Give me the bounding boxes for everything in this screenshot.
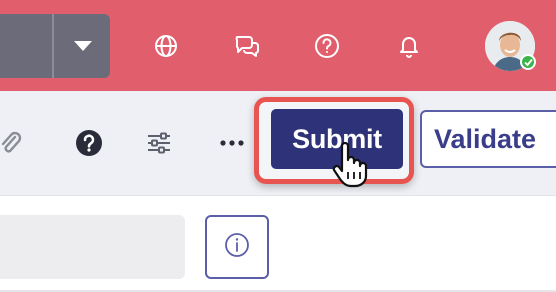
question-icon[interactable] [71, 125, 107, 161]
info-button[interactable] [205, 215, 269, 279]
dropdown-divider [52, 14, 54, 78]
help-circle-icon[interactable] [309, 28, 345, 64]
hand-pointer-cursor [330, 141, 370, 188]
info-icon [223, 231, 251, 264]
validate-button[interactable]: Validate [420, 110, 556, 168]
more-icon[interactable] [214, 125, 250, 161]
workspace-dropdown[interactable] [0, 14, 110, 78]
paperclip-icon[interactable] [0, 125, 28, 161]
sliders-icon[interactable] [141, 125, 177, 161]
online-status-icon [520, 54, 536, 70]
caret-down-icon[interactable] [55, 14, 110, 78]
chat-bubbles-icon[interactable] [229, 28, 265, 64]
top-navigation-bar [0, 0, 556, 91]
section-divider [0, 195, 556, 196]
search-input[interactable] [0, 215, 185, 279]
globe-icon[interactable] [148, 28, 184, 64]
user-avatar[interactable] [485, 21, 536, 71]
bell-icon[interactable] [391, 28, 427, 64]
